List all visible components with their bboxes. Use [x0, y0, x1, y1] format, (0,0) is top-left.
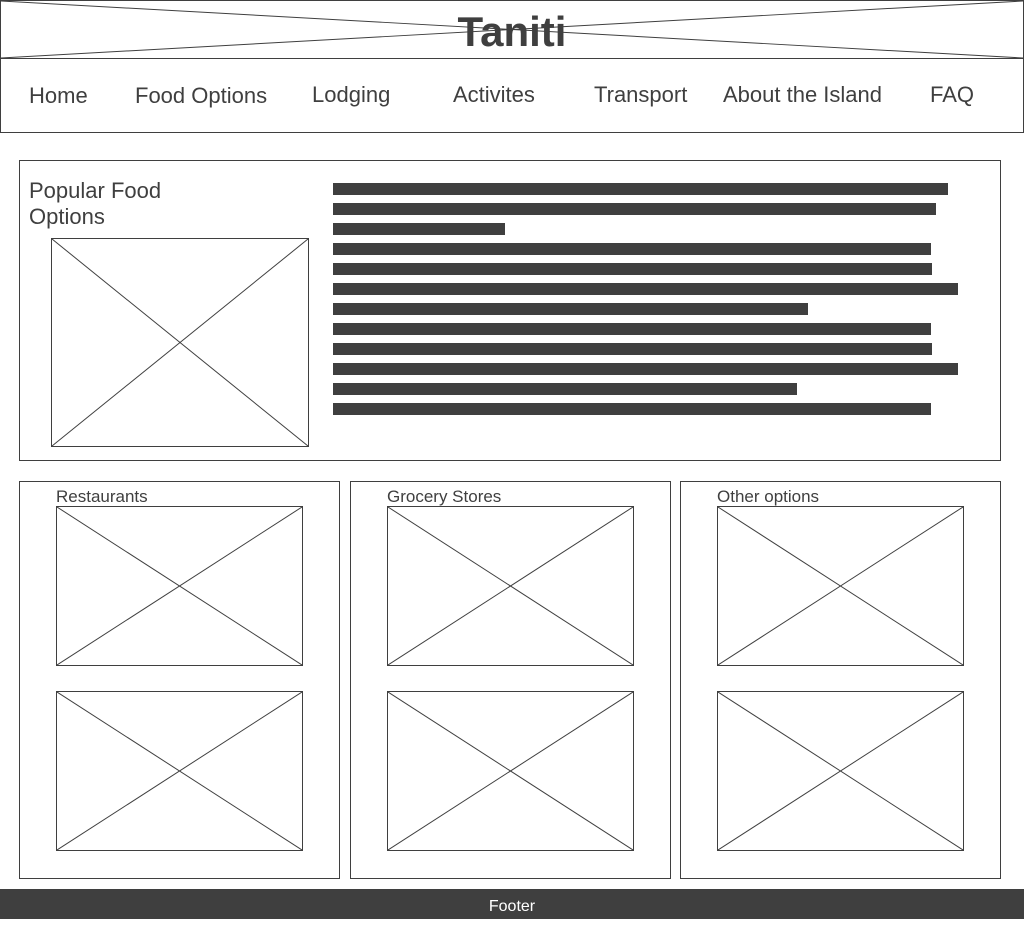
other-image-1[interactable] [717, 506, 964, 666]
hero-image [51, 238, 309, 447]
other-image-2[interactable] [717, 691, 964, 851]
image-placeholder-icon [57, 507, 302, 665]
grocery-image-2[interactable] [387, 691, 634, 851]
text-line [333, 363, 958, 375]
footer: Footer [0, 889, 1024, 919]
header-banner: Taniti [0, 0, 1024, 59]
text-line [333, 283, 958, 295]
text-line [333, 223, 505, 235]
image-placeholder-icon [718, 507, 963, 665]
nav-item-transport[interactable]: Transport [594, 82, 687, 108]
image-placeholder-icon [57, 692, 302, 850]
grocery-image-1[interactable] [387, 506, 634, 666]
nav-item-faq[interactable]: FAQ [930, 82, 974, 108]
site-title: Taniti [457, 8, 567, 55]
text-line [333, 303, 808, 315]
text-line [333, 383, 797, 395]
card-title-grocery-stores: Grocery Stores [387, 487, 502, 506]
nav-item-about-the-island[interactable]: About the Island [723, 82, 882, 108]
card-title-other-options: Other options [717, 487, 820, 506]
image-placeholder-icon [388, 507, 633, 665]
nav-item-home[interactable]: Home [29, 83, 88, 109]
text-line [333, 243, 931, 255]
nav-item-food-options[interactable]: Food Options [135, 83, 267, 109]
restaurant-image-2[interactable] [56, 691, 303, 851]
image-placeholder-icon [718, 692, 963, 850]
main-nav: Home Food Options Lodging Activites Tran… [0, 58, 1024, 133]
nav-item-activites[interactable]: Activites [453, 82, 535, 108]
text-line [333, 343, 932, 355]
text-line [333, 323, 931, 335]
nav-item-lodging[interactable]: Lodging [312, 82, 390, 108]
image-placeholder-icon [52, 239, 308, 446]
card-title-restaurants: Restaurants [56, 487, 148, 506]
text-line [333, 183, 948, 195]
restaurant-image-1[interactable] [56, 506, 303, 666]
image-placeholder-icon [388, 692, 633, 850]
text-line [333, 263, 932, 275]
section-title: Popular Food Options [29, 178, 162, 229]
text-line [333, 203, 936, 215]
text-line [333, 403, 931, 415]
